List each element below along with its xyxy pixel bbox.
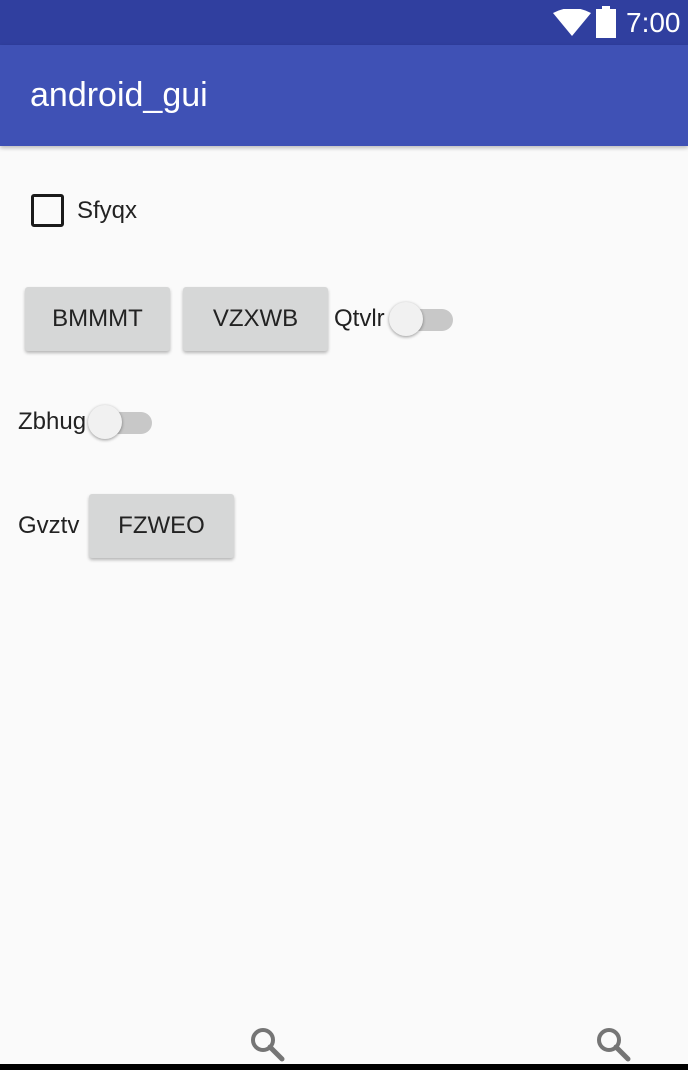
- checkbox-box[interactable]: [31, 194, 64, 227]
- search-icon[interactable]: [595, 1026, 631, 1062]
- checkbox-label: Sfyqx: [77, 196, 138, 224]
- gvztv-label: Gvztv: [18, 512, 80, 539]
- qtvlr-switch[interactable]: [389, 301, 455, 337]
- zbhug-switch[interactable]: [88, 404, 154, 440]
- sfyqx-checkbox[interactable]: Sfyqx: [31, 194, 137, 227]
- navigation-bar: [0, 1064, 688, 1070]
- status-time: 7:00: [626, 7, 681, 38]
- wifi-icon: [553, 9, 591, 36]
- zbhug-switch-label: Zbhug: [18, 408, 87, 435]
- bmmmt-button[interactable]: BMMMT: [25, 287, 170, 351]
- switch-thumb[interactable]: [389, 302, 423, 336]
- switch-thumb[interactable]: [88, 405, 122, 439]
- status-bar: 7:00: [0, 0, 688, 45]
- search-icon[interactable]: [249, 1026, 285, 1062]
- screen: 7:00 android_gui Sfyqx BMMMT VZXWB Qtvlr…: [0, 0, 688, 1070]
- vzxwb-button[interactable]: VZXWB: [183, 287, 328, 351]
- battery-icon: [596, 6, 616, 38]
- app-title: android_gui: [30, 76, 208, 114]
- app-bar: android_gui: [0, 45, 688, 146]
- fzweo-button[interactable]: FZWEO: [89, 494, 234, 558]
- qtvlr-switch-label: Qtvlr: [334, 305, 385, 332]
